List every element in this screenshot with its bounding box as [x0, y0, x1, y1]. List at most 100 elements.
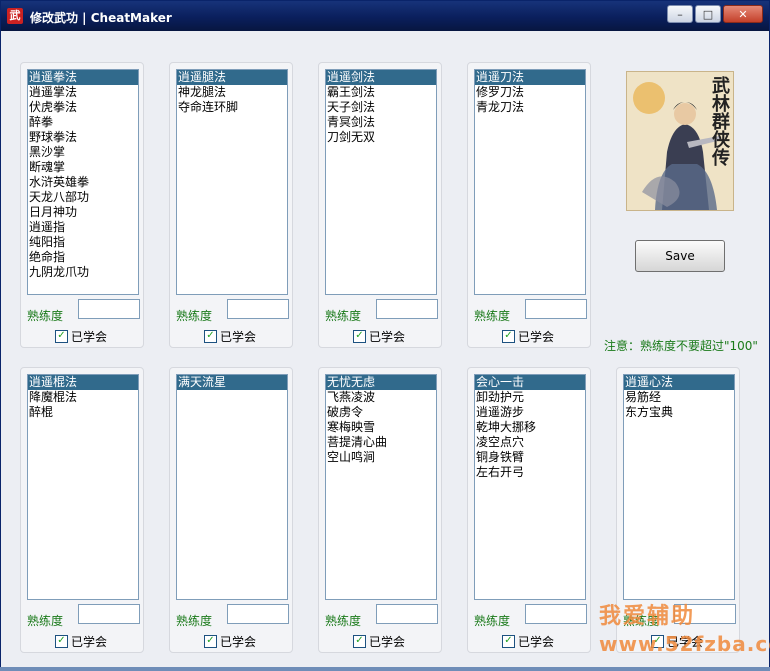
learned-checkbox-fist[interactable]: ✓ 已学会: [55, 328, 107, 345]
checkbox-check-icon[interactable]: ✓: [353, 330, 366, 343]
panel-sword: 逍遥剑法 霸王剑法 天子剑法 青冥剑法 刀剑无双 熟练度 ✓ 已学会: [318, 62, 442, 348]
checkbox-check-icon[interactable]: ✓: [353, 635, 366, 648]
list-item[interactable]: 伏虎拳法: [28, 100, 138, 115]
list-item[interactable]: 夺命连环脚: [177, 100, 287, 115]
proficiency-input-hidden-weapon[interactable]: [227, 604, 289, 624]
learned-checkbox-leg[interactable]: ✓ 已学会: [204, 328, 256, 345]
list-item[interactable]: 黑沙掌: [28, 145, 138, 160]
list-item[interactable]: 东方宝典: [624, 405, 734, 420]
skill-list-inner-art[interactable]: 逍遥心法 易筋经 东方宝典: [623, 374, 735, 600]
proficiency-input-sword[interactable]: [376, 299, 438, 319]
list-item[interactable]: 卸劲护元: [475, 390, 585, 405]
list-item[interactable]: 逍遥棍法: [28, 375, 138, 390]
learned-checkbox-blade[interactable]: ✓ 已学会: [502, 328, 554, 345]
list-item[interactable]: 纯阳指: [28, 235, 138, 250]
desktop-strip: [0, 667, 770, 671]
list-item[interactable]: 无忧无虑: [326, 375, 436, 390]
list-item[interactable]: 逍遥腿法: [177, 70, 287, 85]
list-item[interactable]: 霸王剑法: [326, 85, 436, 100]
list-item[interactable]: 逍遥拳法: [28, 70, 138, 85]
list-item[interactable]: 铜身铁臂: [475, 450, 585, 465]
learned-checkbox-staff[interactable]: ✓ 已学会: [55, 633, 107, 650]
learned-checkbox-sword[interactable]: ✓ 已学会: [353, 328, 405, 345]
checkbox-check-icon[interactable]: ✓: [55, 330, 68, 343]
list-item[interactable]: 破虏令: [326, 405, 436, 420]
list-item[interactable]: 逍遥心法: [624, 375, 734, 390]
list-item[interactable]: 易筋经: [624, 390, 734, 405]
site-watermark: 我爱辅助 www.52fzba.com: [599, 598, 770, 656]
list-item[interactable]: 飞燕凌波: [326, 390, 436, 405]
title-bar[interactable]: 武 修改武功 | CheatMaker – □ ✕: [1, 1, 769, 31]
learned-checkbox-hidden-weapon[interactable]: ✓ 已学会: [204, 633, 256, 650]
list-item[interactable]: 断魂掌: [28, 160, 138, 175]
checkbox-check-icon[interactable]: ✓: [204, 635, 217, 648]
learned-label: 已学会: [518, 330, 555, 344]
list-item[interactable]: 逍遥剑法: [326, 70, 436, 85]
proficiency-input-music[interactable]: [376, 604, 438, 624]
skill-list-sword[interactable]: 逍遥剑法 霸王剑法 天子剑法 青冥剑法 刀剑无双: [325, 69, 437, 295]
list-item[interactable]: 绝命指: [28, 250, 138, 265]
list-item[interactable]: 青龙刀法: [475, 100, 585, 115]
list-item[interactable]: 逍遥掌法: [28, 85, 138, 100]
list-item[interactable]: 神龙腿法: [177, 85, 287, 100]
skill-list-blade[interactable]: 逍遥刀法 修罗刀法 青龙刀法: [474, 69, 586, 295]
learned-checkbox-passive[interactable]: ✓ 已学会: [502, 633, 554, 650]
skill-list-hidden-weapon[interactable]: 满天流星: [176, 374, 288, 600]
list-item[interactable]: 醉拳: [28, 115, 138, 130]
learned-label: 已学会: [71, 330, 108, 344]
checkbox-check-icon[interactable]: ✓: [502, 635, 515, 648]
proficiency-label: 熟练度: [27, 309, 64, 323]
proficiency-input-leg[interactable]: [227, 299, 289, 319]
proficiency-input-blade[interactable]: [525, 299, 587, 319]
list-item[interactable]: 寒梅映雪: [326, 420, 436, 435]
list-item[interactable]: 逍遥刀法: [475, 70, 585, 85]
list-item[interactable]: 修罗刀法: [475, 85, 585, 100]
proficiency-input-passive[interactable]: [525, 604, 587, 624]
list-item[interactable]: 乾坤大挪移: [475, 420, 585, 435]
checkbox-check-icon[interactable]: ✓: [502, 330, 515, 343]
skill-list-leg[interactable]: 逍遥腿法 神龙腿法 夺命连环脚: [176, 69, 288, 295]
proficiency-input-staff[interactable]: [78, 604, 140, 624]
proficiency-input-fist[interactable]: [78, 299, 140, 319]
list-item[interactable]: 降魔棍法: [28, 390, 138, 405]
proficiency-label: 熟练度: [325, 309, 362, 323]
list-item[interactable]: 凌空点穴: [475, 435, 585, 450]
maximize-button[interactable]: □: [695, 5, 721, 23]
checkbox-check-icon[interactable]: ✓: [204, 330, 217, 343]
list-item[interactable]: 醉棍: [28, 405, 138, 420]
list-item[interactable]: 会心一击: [475, 375, 585, 390]
checkbox-check-icon[interactable]: ✓: [55, 635, 68, 648]
list-item[interactable]: 天龙八部功: [28, 190, 138, 205]
watermark-line1: 我爱辅助: [599, 604, 696, 629]
panel-fist: 逍遥拳法 逍遥掌法 伏虎拳法 醉拳 野球拳法 黑沙掌 断魂掌 水浒英雄拳 天龙八部功 日月神功 逍遥…: [20, 62, 144, 348]
list-item[interactable]: 刀剑无双: [326, 130, 436, 145]
panel-music: 无忧无虑 飞燕凌波 破虏令 寒梅映雪 菩提清心曲 空山鸣涧 熟练度 ✓ 已学会: [318, 367, 442, 653]
learned-label: 已学会: [369, 635, 406, 649]
list-item[interactable]: 天子剑法: [326, 100, 436, 115]
skill-list-music[interactable]: 无忧无虑 飞燕凌波 破虏令 寒梅映雪 菩提清心曲 空山鸣涧: [325, 374, 437, 600]
list-item[interactable]: 满天流星: [177, 375, 287, 390]
list-item[interactable]: 逍遥指: [28, 220, 138, 235]
list-item[interactable]: 左右开弓: [475, 465, 585, 480]
client-area: 逍遥拳法 逍遥掌法 伏虎拳法 醉拳 野球拳法 黑沙掌 断魂掌 水浒英雄拳 天龙八部功 日月神功 逍遥…: [5, 31, 770, 666]
close-button[interactable]: ✕: [723, 5, 763, 23]
learned-label: 已学会: [518, 635, 555, 649]
list-item[interactable]: 野球拳法: [28, 130, 138, 145]
list-item[interactable]: 空山鸣涧: [326, 450, 436, 465]
minimize-button[interactable]: –: [667, 5, 693, 23]
save-button[interactable]: Save: [635, 240, 725, 272]
learned-checkbox-music[interactable]: ✓ 已学会: [353, 633, 405, 650]
game-portrait-image: 武林群侠传: [626, 71, 734, 211]
list-item[interactable]: 日月神功: [28, 205, 138, 220]
panel-blade: 逍遥刀法 修罗刀法 青龙刀法 熟练度 ✓ 已学会: [467, 62, 591, 348]
list-item[interactable]: 逍遥游步: [475, 405, 585, 420]
proficiency-label: 熟练度: [325, 614, 362, 628]
skill-list-passive[interactable]: 会心一击 卸劲护元 逍遥游步 乾坤大挪移 凌空点穴 铜身铁臂 左右开弓: [474, 374, 586, 600]
list-item[interactable]: 青冥剑法: [326, 115, 436, 130]
skill-list-staff[interactable]: 逍遥棍法 降魔棍法 醉棍: [27, 374, 139, 600]
learned-label: 已学会: [220, 635, 257, 649]
list-item[interactable]: 水浒英雄拳: [28, 175, 138, 190]
list-item[interactable]: 菩提清心曲: [326, 435, 436, 450]
list-item[interactable]: 九阴龙爪功: [28, 265, 138, 280]
skill-list-fist[interactable]: 逍遥拳法 逍遥掌法 伏虎拳法 醉拳 野球拳法 黑沙掌 断魂掌 水浒英雄拳 天龙八部功 日月神功 逍遥…: [27, 69, 139, 295]
